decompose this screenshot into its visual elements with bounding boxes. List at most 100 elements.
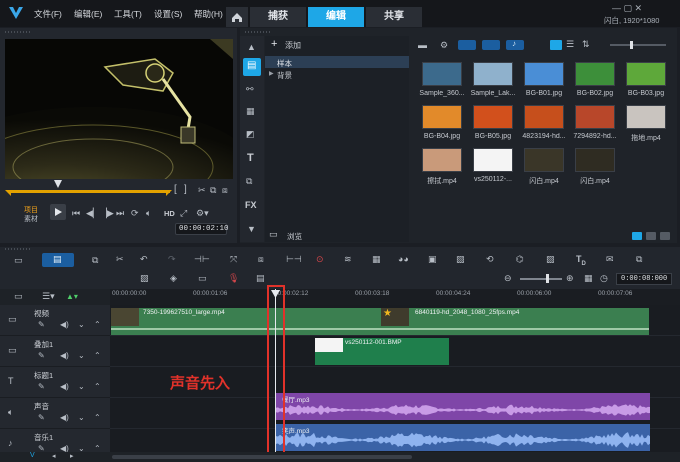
preview-scrubber[interactable] — [8, 190, 170, 193]
home-tab[interactable] — [226, 7, 248, 27]
hd-toggle[interactable]: HD — [164, 209, 175, 218]
motion-track-icon[interactable]: ⟲ — [486, 254, 494, 265]
media-thumbnail[interactable] — [524, 62, 564, 86]
zoom-slider[interactable] — [520, 278, 562, 280]
library-settings-icon[interactable]: ⚙ — [440, 40, 448, 51]
slider-handle[interactable] — [630, 41, 633, 49]
undo-icon[interactable]: ↶ — [140, 254, 148, 265]
split-clip-icon[interactable]: ✂ — [198, 185, 206, 196]
clock-icon[interactable]: ◷ — [600, 273, 608, 284]
media-thumbnail[interactable] — [626, 105, 666, 129]
track-collapse-icon[interactable]: ⌄ — [78, 351, 85, 360]
thumbnail-size-slider[interactable] — [610, 44, 666, 46]
view-mode-button-3[interactable] — [660, 232, 670, 240]
project-duration-field[interactable]: 0:00:08:000 — [616, 273, 672, 285]
track-header[interactable]: ▭ 视频 ✎ ◀) ⌄ ⌃ — [0, 305, 110, 336]
scroll-down-icon[interactable]: ▼ — [247, 224, 256, 234]
track-collapse-icon[interactable]: ⌄ — [78, 320, 85, 329]
caption-icon[interactable]: ▣ — [428, 254, 437, 265]
add-folder-label[interactable]: 添加 — [285, 40, 301, 51]
tools-icon[interactable]: ✂ — [116, 254, 124, 265]
browse-label[interactable]: 浏览 — [287, 231, 302, 242]
tab-capture[interactable]: 捕获 — [250, 7, 306, 27]
fit-icon[interactable]: ⊢⊣ — [286, 254, 302, 265]
paste-icon[interactable]: ▭ — [198, 273, 207, 284]
voice-clip[interactable]: 餐厅.mp3 — [276, 393, 650, 420]
mark-in-button[interactable]: [ — [174, 184, 177, 195]
mixer-icon[interactable]: ≋ — [344, 254, 352, 265]
aspect-icon[interactable]: ⤢ — [180, 208, 187, 219]
track-header[interactable]: 🔈︎ 声音 ✎ ◀) ⌄ ⌃ — [0, 398, 110, 429]
track-collapse-icon[interactable]: ⌄ — [78, 382, 85, 391]
media-thumbnail[interactable] — [422, 105, 462, 129]
menu-edit[interactable]: 编辑(E) — [74, 8, 102, 20]
scroll-left-icon[interactable]: ◂ — [52, 452, 56, 460]
subtitle-icon[interactable]: ▦ — [372, 254, 381, 265]
view-mode-button-1[interactable] — [632, 232, 642, 240]
view-mode-button-2[interactable] — [646, 232, 656, 240]
media-thumbnail[interactable] — [473, 148, 513, 172]
menu-settings[interactable]: 设置(S) — [154, 8, 182, 20]
media-thumbnail[interactable] — [422, 62, 462, 86]
panel-grip[interactable] — [4, 31, 32, 33]
storyboard-view-icon[interactable]: ▭ — [14, 255, 23, 266]
track-manager-icon[interactable]: ▨ — [140, 273, 149, 284]
mark-out-button[interactable]: ] — [184, 184, 187, 195]
ripple-edit-icon[interactable]: ▲▾ — [66, 292, 78, 301]
filter-icon[interactable]: ◩ — [246, 129, 255, 140]
track-view-icon[interactable]: ▭ — [14, 291, 23, 302]
track-edit-icon[interactable]: ✎ — [38, 413, 45, 422]
zoom-in-icon[interactable]: ⊕ — [566, 273, 574, 284]
music-clip[interactable]: 笑声.mp3 — [276, 424, 650, 451]
track-expand-icon[interactable]: ⌃ — [94, 351, 101, 360]
list-view-icon[interactable]: ☰ — [566, 39, 574, 50]
play-button[interactable] — [50, 204, 66, 220]
window-controls[interactable]: — ▢ ✕ — [612, 3, 642, 14]
menu-tools[interactable]: 工具(T) — [114, 8, 142, 20]
filter-video-button[interactable] — [458, 40, 476, 50]
mode-clip-label[interactable]: 素材 — [24, 214, 38, 224]
video-clip-1[interactable]: 7350-199627510_large.mp4 — [111, 308, 381, 335]
track-collapse-icon[interactable]: ⌄ — [78, 413, 85, 422]
mask-creator-icon[interactable]: ▨ — [546, 254, 555, 265]
end-icon[interactable]: ⏭ — [116, 208, 124, 219]
snap-icon[interactable]: ⧈ — [258, 254, 264, 265]
transition-icon[interactable]: ▦ — [246, 106, 255, 117]
panel-grip[interactable] — [244, 31, 272, 33]
timeline-view-button[interactable]: ▤ — [42, 253, 74, 267]
track-volume-icon[interactable]: ◀) — [60, 320, 69, 329]
menu-help[interactable]: 帮助(H) — [194, 8, 223, 20]
fx-icon[interactable]: FX — [245, 200, 257, 210]
media-thumbnail[interactable] — [626, 62, 666, 86]
mail-icon[interactable]: ✉ — [606, 254, 614, 265]
timeline-scrollbar[interactable] — [112, 455, 412, 459]
filter-audio-button[interactable]: ♪ — [506, 39, 524, 50]
media-thumbnail[interactable] — [575, 62, 615, 86]
tab-edit[interactable]: 编辑 — [308, 7, 364, 27]
panel-grip[interactable] — [4, 248, 32, 250]
mask-icon[interactable]: ⌬ — [516, 254, 524, 265]
track-volume-icon[interactable]: ◀) — [60, 351, 69, 360]
graphics-icon[interactable]: ⧉ — [246, 176, 252, 187]
thumbnail-view-button[interactable] — [550, 40, 562, 50]
chapter-icon[interactable]: ◈ — [170, 273, 177, 284]
tree-item-backgrounds[interactable]: 背景 — [277, 70, 292, 81]
expand-icon[interactable]: ▶ — [269, 70, 274, 77]
track-expand-icon[interactable]: ⌃ — [94, 382, 101, 391]
track-header[interactable]: T 标题1 ✎ ◀) ⌄ ⌃ — [0, 367, 110, 398]
filter-photo-button[interactable] — [482, 40, 500, 50]
tree-item-samples[interactable]: 样本 — [265, 56, 409, 68]
trim-icon[interactable]: ⊣⊢ — [194, 254, 210, 265]
scroll-right-icon[interactable]: ▸ — [70, 452, 74, 460]
snapshot-icon[interactable]: ⧈ — [222, 185, 228, 196]
track-volume-icon[interactable]: ◀) — [60, 382, 69, 391]
fit-project-icon[interactable]: ▦ — [584, 273, 593, 284]
home-start-icon[interactable]: ⏮ — [72, 208, 80, 219]
media-thumbnail[interactable] — [422, 148, 462, 172]
media-thumbnail[interactable] — [473, 105, 513, 129]
text-tool-icon[interactable]: TD — [576, 254, 586, 267]
motion-icon[interactable]: ◕◕ — [398, 254, 409, 264]
copy-icon[interactable]: ⧉ — [210, 185, 216, 196]
next-frame-icon[interactable]: ▕▶ — [100, 208, 114, 219]
media-thumbnail[interactable] — [524, 148, 564, 172]
